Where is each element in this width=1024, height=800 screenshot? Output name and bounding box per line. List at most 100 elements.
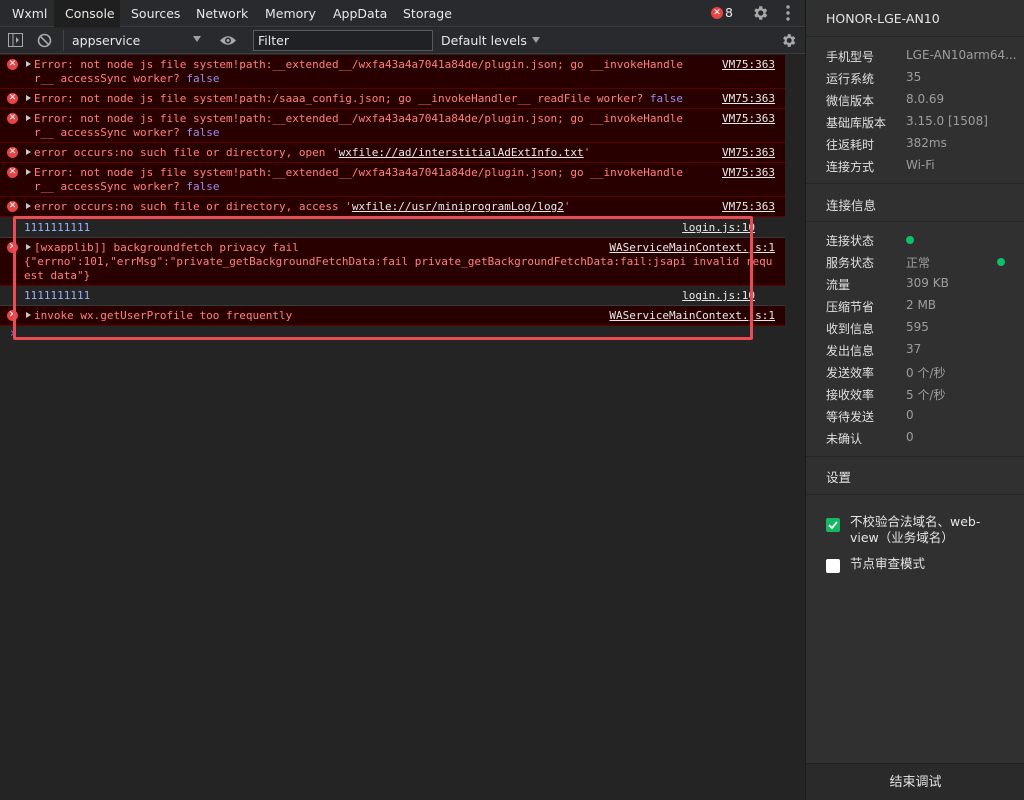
expand-triangle-icon[interactable] [26, 203, 31, 209]
info-key: 手机型号 [826, 50, 875, 64]
conn-key: 未确认 [826, 432, 863, 446]
message-source-link[interactable]: VM75:363 [722, 146, 775, 160]
checkmark-icon [828, 521, 838, 530]
info-row: 手机型号 LGE-AN10arm64... [826, 48, 1017, 64]
tab-network[interactable]: Network [184, 0, 254, 27]
divider [806, 456, 1024, 457]
console-error-message[interactable]: ✕ Error: not node js file system!path:__… [0, 109, 785, 143]
message-source-link[interactable]: login.js:10 [682, 221, 755, 235]
message-text: 1111111111 [24, 221, 91, 234]
conn-row: 未确认 0 [826, 430, 1016, 446]
console-log-message[interactable]: 1111111111 login.js:10 [0, 286, 785, 306]
conn-value: 0 [906, 408, 914, 422]
console-error-message[interactable]: ✕ error occurs:no such file or directory… [0, 197, 785, 217]
info-key: 微信版本 [826, 94, 875, 108]
node-inspect-label[interactable]: 节点审查模式 [850, 556, 1000, 572]
chevron-down-icon [193, 36, 201, 42]
status-green-dot [997, 258, 1005, 266]
console-log-message[interactable]: 1111111111 login.js:10 [0, 218, 785, 238]
message-source-link[interactable]: VM75:363 [722, 92, 775, 106]
tab-appdata[interactable]: AppData [322, 0, 392, 27]
message-text: [wxapplib]] backgroundfetch privacy fail [34, 241, 299, 254]
console-error-message[interactable]: ✕ invoke wx.getUserProfile too frequentl… [0, 306, 785, 326]
node-inspect-checkbox[interactable] [826, 559, 840, 573]
conn-key: 连接状态 [826, 234, 875, 248]
message-source-link[interactable]: VM75:363 [722, 166, 775, 180]
conn-key: 发出信息 [826, 344, 875, 358]
filter-input[interactable] [253, 30, 433, 51]
expand-triangle-icon[interactable] [26, 95, 31, 101]
message-text: 1111111111 [24, 289, 91, 302]
end-debug-button[interactable]: 结束调试 [806, 763, 1024, 800]
info-value: Wi-Fi [906, 158, 935, 172]
info-value: 3.15.0 [1508] [906, 114, 988, 128]
tab-memory[interactable]: Memory [254, 0, 322, 27]
clear-console-icon[interactable] [37, 33, 52, 48]
error-icon: ✕ [7, 310, 18, 321]
conn-key: 流量 [826, 278, 851, 292]
domain-check-checkbox[interactable] [826, 518, 840, 532]
expand-triangle-icon[interactable] [26, 61, 31, 67]
message-text-end: ' [583, 146, 591, 159]
info-row: 微信版本 8.0.69 [826, 92, 1016, 108]
chevron-down-icon [531, 37, 540, 43]
conn-value: 309 KB [906, 276, 949, 290]
expand-triangle-icon[interactable] [26, 312, 31, 318]
file-link[interactable]: wxfile://usr/miniprogramLog/log2 [352, 200, 564, 213]
conn-row: 发出信息 37 [826, 342, 1016, 358]
expand-triangle-icon[interactable] [26, 244, 31, 250]
message-text: Error: not node js file system!path:__ex… [34, 58, 684, 85]
error-icon: ✕ [7, 147, 18, 158]
message-source-link[interactable]: WAServiceMainContext.js:1 [609, 241, 775, 255]
conn-row: 压缩节省 2 MB [826, 298, 1016, 314]
info-value: LGE-AN10arm64... [906, 48, 1017, 62]
console-prompt-icon[interactable]: › [10, 326, 20, 341]
error-icon: ✕ [7, 59, 18, 70]
context-select[interactable]: appservice [63, 30, 207, 51]
divider [806, 221, 1024, 222]
info-value: 382ms [906, 136, 947, 150]
conn-row: 连接状态 [826, 232, 1016, 248]
message-text: error occurs:no such file or directory, … [34, 146, 339, 159]
tab-storage[interactable]: Storage [392, 0, 456, 27]
console-error-message[interactable]: ✕ Error: not node js file system!path:__… [0, 163, 785, 197]
tab-sources[interactable]: Sources [120, 0, 182, 27]
conn-row: 发送效率 0 个/秒 [826, 364, 1016, 380]
message-source-link[interactable]: VM75:363 [722, 112, 775, 126]
conn-row: 收到信息 595 [826, 320, 1016, 336]
console-error-message[interactable]: ✕ Error: not node js file system!path:/s… [0, 89, 785, 109]
info-key: 基础库版本 [826, 116, 887, 130]
console-error-message[interactable]: ✕ Error: not node js file system!path:__… [0, 55, 785, 89]
eye-icon[interactable] [219, 33, 237, 48]
message-source-link[interactable]: login.js:10 [682, 289, 755, 303]
error-icon: ✕ [7, 113, 18, 124]
context-select-value: appservice [72, 33, 141, 48]
tab-console[interactable]: Console [54, 0, 120, 27]
more-options-icon[interactable] [782, 4, 794, 22]
message-keyword: false [649, 92, 684, 105]
console-settings-gear-icon[interactable] [780, 32, 797, 49]
info-row: 运行系统 35 [826, 70, 1016, 86]
tab-bar: Wxml Console Sources Network Memory AppD… [0, 0, 805, 27]
conn-row: 接收效率 5 个/秒 [826, 386, 1016, 402]
message-source-link[interactable]: WAServiceMainContext.js:1 [609, 309, 775, 323]
expand-triangle-icon[interactable] [26, 115, 31, 121]
log-levels-dropdown[interactable]: Default levels [441, 33, 540, 48]
console-error-message[interactable]: ✕ [wxapplib]] backgroundfetch privacy fa… [0, 238, 785, 286]
tab-wxml[interactable]: Wxml [0, 0, 54, 27]
info-key: 运行系统 [826, 72, 875, 86]
info-value: 8.0.69 [906, 92, 945, 106]
info-key: 往返耗时 [826, 138, 875, 152]
expand-triangle-icon[interactable] [26, 169, 31, 175]
message-source-link[interactable]: VM75:363 [722, 200, 775, 214]
message-source-link[interactable]: VM75:363 [722, 58, 775, 72]
settings-gear-icon[interactable] [751, 4, 769, 22]
domain-check-label[interactable]: 不校验合法域名、web-view（业务域名） [850, 514, 1000, 546]
console-error-message[interactable]: ✕ error occurs:no such file or directory… [0, 143, 785, 163]
expand-triangle-icon[interactable] [26, 149, 31, 155]
sidebar-toggle-icon[interactable] [8, 33, 23, 47]
conn-key: 接收效率 [826, 388, 875, 402]
file-link[interactable]: wxfile://ad/interstitialAdExtInfo.txt [339, 146, 584, 159]
conn-value: 正常 [906, 256, 931, 270]
message-detail: {"errno":101,"errMsg":"private_getBackgr… [24, 255, 773, 282]
